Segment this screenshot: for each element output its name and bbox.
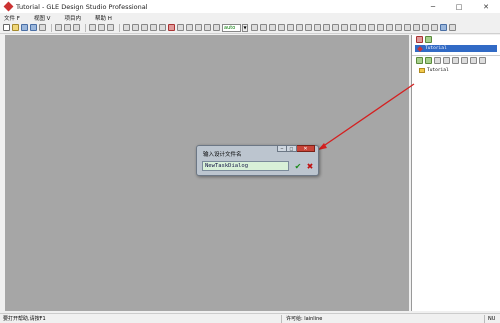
align-center-icon[interactable] [269,24,276,31]
chevron-down-icon[interactable]: ▼ [242,23,248,32]
minimize-button[interactable]: ─ [420,0,446,13]
dialog-window-controls: ─ □ ✕ [277,145,315,152]
expand-icon[interactable] [251,24,258,31]
menu-help[interactable]: 帮助 H [95,14,112,22]
ungroup-icon[interactable] [404,24,411,31]
menu-bar: 文件 F 视图 V 项目内 帮助 H [0,13,500,22]
undo-icon[interactable] [89,24,96,31]
status-divider [484,315,485,323]
send-back-icon[interactable] [386,24,393,31]
view-files-icon[interactable] [479,57,486,64]
center-h-icon[interactable] [359,24,366,31]
title-bar: Tutorial - GLE Design Studio Professiona… [0,0,500,13]
bring-front-icon[interactable] [377,24,384,31]
toolbar-divider [51,23,52,32]
dialog-title: 输入设计文件名 [203,152,242,158]
properties-file-icon[interactable] [452,57,459,64]
save-icon[interactable] [21,24,28,31]
same-height-icon[interactable] [341,24,348,31]
files-toolbar [412,55,500,65]
pointer-icon[interactable] [186,24,193,31]
file-item-label: Tutorial [427,68,449,73]
align-right-icon[interactable] [278,24,285,31]
delete-file-icon[interactable] [461,57,468,64]
refresh-files-icon[interactable] [470,57,477,64]
open-folder-icon[interactable] [12,24,19,31]
add-file-icon[interactable] [416,57,423,64]
filename-dialog: 输入设计文件名 ─ □ ✕ NewTaskDialog ✔ ✖ [196,145,319,176]
same-width-icon[interactable] [332,24,339,31]
status-help-text: 要打开帮助,请按F1 [3,316,46,322]
window-controls: ─ □ ✕ [420,0,500,13]
toolbar-divider [119,23,120,32]
align-left-icon[interactable] [260,24,267,31]
paste-file-icon[interactable] [443,57,450,64]
file-item-tutorial[interactable]: Tutorial [415,67,497,74]
dialog-minimize-button[interactable]: ─ [277,145,287,152]
refresh-icon[interactable] [150,24,157,31]
app-logo-icon [3,1,14,12]
print-icon[interactable] [39,24,46,31]
folder-icon [419,68,425,73]
align-middle-icon[interactable] [296,24,303,31]
center-v-icon[interactable] [368,24,375,31]
project-tree: Tutorial [415,45,497,52]
help-icon[interactable] [449,24,456,31]
project-add-icon[interactable] [425,36,432,43]
zoom-in-icon[interactable] [123,24,130,31]
cancel-button[interactable]: ✖ [305,161,315,171]
new-file-icon[interactable] [3,24,10,31]
window-title: Tutorial - GLE Design Studio Professiona… [16,2,148,11]
maximize-button[interactable]: □ [446,0,472,13]
toolbar-divider [85,23,86,32]
text-tool-icon[interactable] [195,24,202,31]
properties-icon[interactable] [431,24,438,31]
add-folder-icon[interactable] [425,57,432,64]
link-icon[interactable] [204,24,211,31]
distribute-v-icon[interactable] [323,24,330,31]
group-icon[interactable] [395,24,402,31]
status-bar: 要打开帮助,请按F1 许可给: lainline NU [0,313,500,323]
select-icon[interactable] [177,24,184,31]
dialog-close-button[interactable]: ✕ [297,145,315,152]
menu-view[interactable]: 视图 V [34,14,51,22]
close-button[interactable]: ✕ [472,0,500,13]
status-numlock: NU [488,315,496,322]
tab-order-icon[interactable] [422,24,429,31]
tree-item-label: Tutorial [425,46,447,51]
zoom-fit-icon[interactable] [141,24,148,31]
paste-icon[interactable] [73,24,80,31]
run-icon[interactable] [168,24,175,31]
tree-item-tutorial[interactable]: Tutorial [415,45,497,52]
status-divider [281,315,282,323]
dialog-maximize-button[interactable]: □ [287,145,297,152]
zoom-out-icon[interactable] [132,24,139,31]
grid-icon[interactable] [159,24,166,31]
redo-icon[interactable] [98,24,105,31]
lock-icon[interactable] [413,24,420,31]
project-settings-icon[interactable] [416,36,423,43]
distribute-h-icon[interactable] [314,24,321,31]
filename-input[interactable]: NewTaskDialog [202,161,289,171]
layer-icon[interactable] [213,24,220,31]
menu-project[interactable]: 项目内 [64,14,81,22]
copy-file-icon[interactable] [434,57,441,64]
files-tree: Tutorial [415,67,497,74]
settings-icon[interactable] [440,24,447,31]
project-node-icon [417,45,423,52]
same-size-icon[interactable] [350,24,357,31]
align-top-icon[interactable] [287,24,294,31]
cut-icon[interactable] [55,24,62,31]
save-all-icon[interactable] [30,24,37,31]
toolbar: auto ▼ [0,22,500,34]
status-license-text: 许可给: lainline [286,316,323,322]
confirm-button[interactable]: ✔ [293,161,303,171]
copy-icon[interactable] [64,24,71,31]
project-toolbar [412,35,500,44]
project-panel: Tutorial Tutorial [411,35,500,311]
back-icon[interactable] [107,24,114,31]
menu-file[interactable]: 文件 F [4,14,20,22]
zoom-select[interactable]: auto [222,23,241,32]
align-bottom-icon[interactable] [305,24,312,31]
